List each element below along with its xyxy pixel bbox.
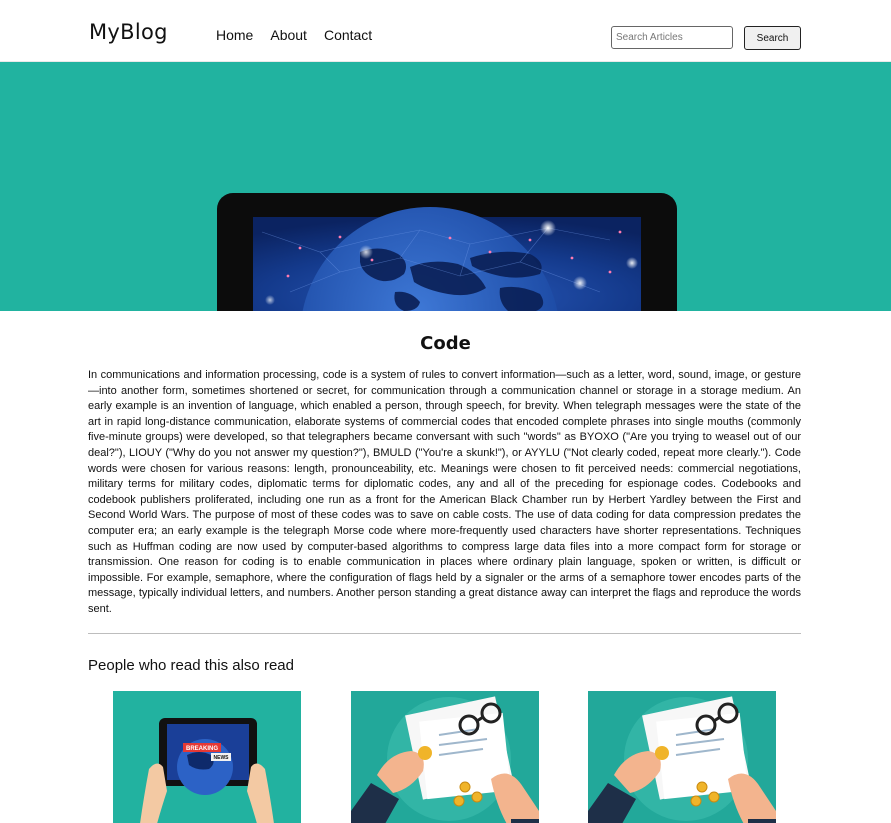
related-card[interactable] [351,691,539,823]
page: MyBlog Home About Contact Search Article… [0,0,891,823]
svg-text:NEWS: NEWS [214,755,230,761]
tablet-world-map-illustration [217,193,677,311]
related-card[interactable] [588,691,776,823]
hero-image [0,62,891,311]
svg-text:BREAKING: BREAKING [186,746,218,752]
hands-signing-document-with-glasses-and-coins [351,691,539,823]
related-card[interactable]: BREAKING NEWS [113,691,301,823]
search-input[interactable] [611,26,733,49]
main-nav: Home About Contact [216,27,389,43]
section-divider [88,633,801,634]
article-body: In communications and information proces… [88,369,801,615]
related-heading: People who read this also read [88,657,294,674]
search-button[interactable]: Search [744,26,801,50]
nav-link-contact[interactable]: Contact [324,27,372,43]
hands-holding-tablet-breaking-news: BREAKING NEWS [113,691,301,823]
site-header: MyBlog Home About Contact Search [0,0,891,62]
nav-link-about[interactable]: About [270,27,307,43]
nav-link-home[interactable]: Home [216,27,253,43]
article-title: Code [420,333,471,354]
site-logo[interactable]: MyBlog [89,20,168,44]
hands-signing-document-with-glasses-and-coins [588,691,776,823]
